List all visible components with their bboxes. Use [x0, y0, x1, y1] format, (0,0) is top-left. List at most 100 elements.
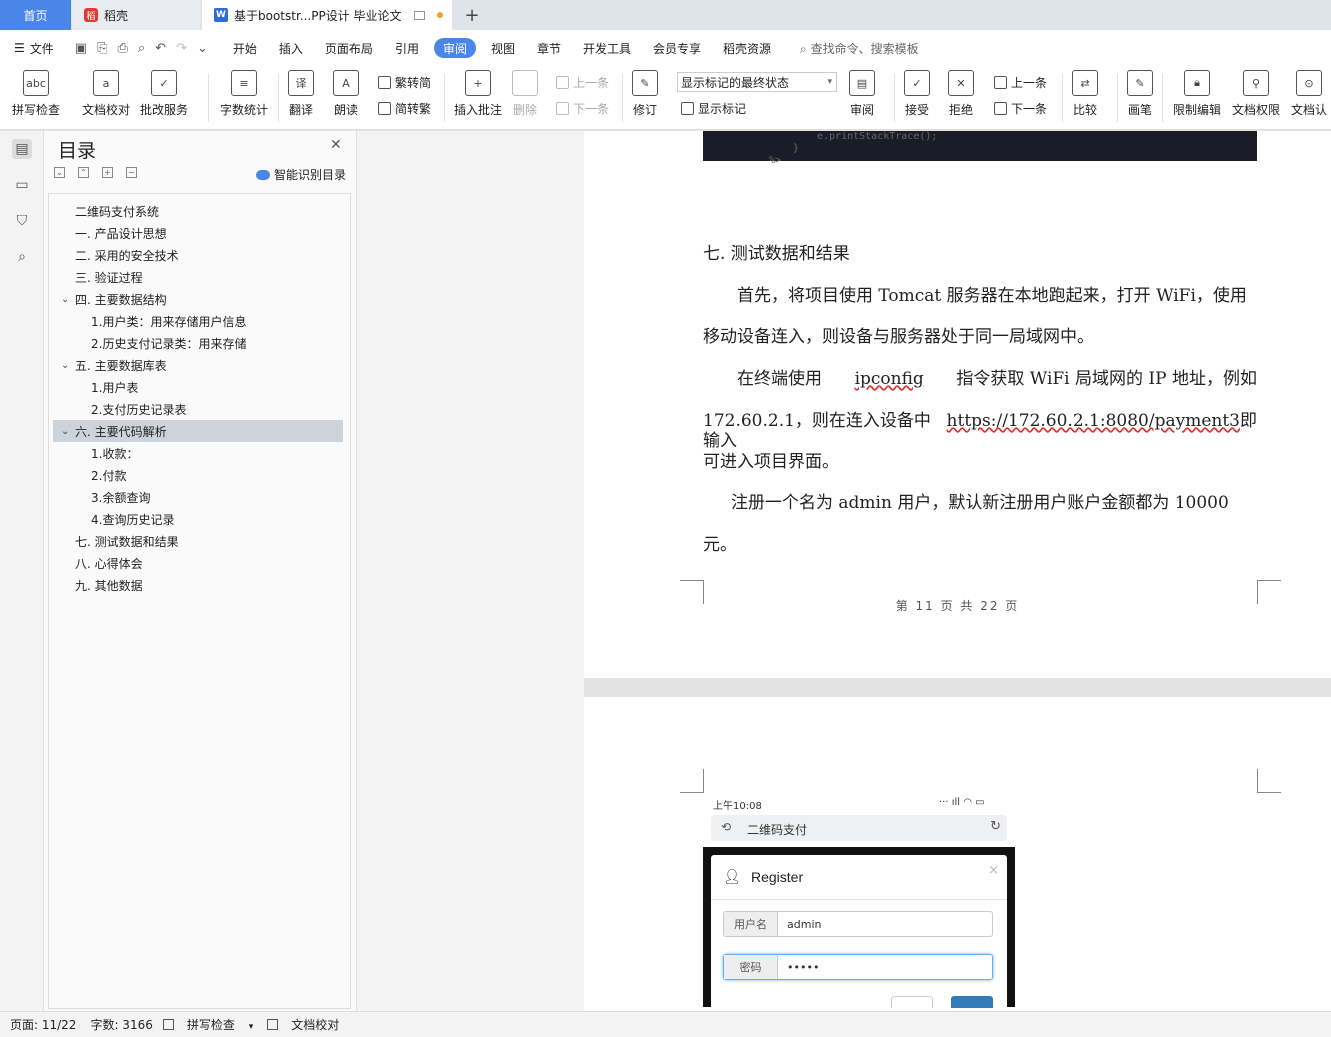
proofread-button[interactable]: a 文档校对 [82, 70, 130, 118]
next-change-icon [994, 102, 1007, 115]
expand-up-icon[interactable]: ⌃ [78, 167, 89, 178]
read-aloud-button[interactable]: A 朗读 [333, 70, 359, 118]
menu-tab-2[interactable]: 页面布局 [314, 38, 384, 58]
document-permission-button[interactable]: ⚲ 文档权限 [1232, 70, 1280, 118]
track-changes-button[interactable]: ✎ 修订 [632, 70, 658, 118]
reject-button[interactable]: ✕ 拒绝 [948, 70, 974, 118]
user-icon: 👤︎ [723, 869, 741, 885]
word-count-indicator[interactable]: 字数: 3166 [90, 1016, 152, 1033]
remove-heading-icon[interactable]: − [126, 167, 137, 178]
toc-item[interactable]: ⌄ 六. 主要代码解析 [53, 420, 343, 442]
toc-item[interactable]: 七. 测试数据和结果 [53, 530, 343, 552]
review-pane-button[interactable]: ▤ 审阅 [849, 70, 875, 118]
prev-change-button[interactable]: 上一条 [994, 74, 1047, 91]
insert-comment-label: 插入批注 [454, 103, 503, 117]
close-icon[interactable]: × [988, 863, 999, 878]
toc-item[interactable]: 八. 心得体会 [53, 552, 343, 574]
spell-check-button[interactable]: abc 拼写检查 [12, 70, 60, 118]
new-tab-button[interactable]: + [460, 0, 484, 30]
toc-item[interactable]: 1.用户类：用来存储用户信息 [53, 310, 343, 332]
accept-button[interactable]: ✓ 接受 [904, 70, 930, 118]
compare-button[interactable]: ⇄ 比较 [1072, 70, 1098, 118]
find-icon[interactable]: ⌕ [12, 247, 32, 267]
menu-tab-6[interactable]: 章节 [526, 38, 572, 58]
menu-tab-4[interactable]: 审阅 [433, 38, 476, 58]
menu-tab-7[interactable]: 开发工具 [572, 38, 642, 58]
toc-item[interactable]: 一. 产品设计思想 [53, 222, 343, 244]
print-preview-icon[interactable]: ⌕ [138, 41, 145, 56]
close-icon[interactable]: ✕ [330, 137, 342, 153]
toc-item[interactable]: ⌄ 四. 主要数据结构 [53, 288, 343, 310]
toc-item[interactable]: 2.历史支付记录类：用来存储 [53, 332, 343, 354]
simp-to-trad-button[interactable]: 简转繁 [378, 100, 431, 117]
redo-icon[interactable]: ↷ [176, 41, 187, 56]
trad-to-simp-button[interactable]: 繁转简 [378, 74, 431, 91]
insert-comment-icon: + [465, 70, 491, 96]
refresh-search-icon: ⟲ [721, 820, 732, 834]
toc-item[interactable]: 三. 验证过程 [53, 266, 343, 288]
toc-item[interactable]: 3.余额查询 [53, 486, 343, 508]
command-search[interactable]: ⌕ 查找命令、搜索模板 [800, 40, 919, 57]
url-link[interactable]: https://172.60.2.1:8080/payment3 [947, 411, 1240, 451]
text-run: ipconfig [854, 369, 924, 389]
menu-tab-9[interactable]: 稻壳资源 [712, 38, 782, 58]
word-count-button[interactable]: ≡ 字数统计 [220, 70, 268, 118]
toc-item[interactable]: 2.支付历史记录表 [53, 398, 343, 420]
menu-tab-1[interactable]: 插入 [268, 38, 314, 58]
delete-comment-button[interactable]: 删除 [512, 70, 538, 118]
toc-item[interactable]: 2.付款 [53, 464, 343, 486]
print-icon[interactable]: ⎙ [117, 41, 127, 56]
save-icon[interactable]: ▣ [75, 41, 87, 56]
chapter-nav-icon[interactable]: ▭ [12, 175, 32, 195]
tab-document[interactable]: W 基于bootstr...PP设计 毕业论文 [202, 0, 452, 30]
insert-comment-button[interactable]: + 插入批注 [454, 70, 502, 118]
toc-item-label: 4.查询历史记录 [91, 512, 175, 527]
collapse-all-icon[interactable]: ⌄ [54, 167, 65, 178]
tab-daoke-label: 稻壳 [104, 8, 129, 23]
document-auth-button[interactable]: ⊙ 文档认 [1291, 70, 1327, 118]
back-button[interactable] [891, 996, 933, 1008]
confirm-button[interactable] [951, 996, 993, 1008]
menu-tab-0[interactable]: 开始 [222, 38, 268, 58]
restrict-editing-button[interactable]: 🔒︎ 限制编辑 [1173, 70, 1221, 118]
export-pdf-icon[interactable]: ⎘ [97, 41, 107, 56]
smart-toc-button[interactable]: 智能识别目录 [256, 166, 346, 183]
toc-item[interactable]: 二维码支付系统 [53, 200, 343, 222]
markup-mode-dropdown[interactable]: 显示标记的最终状态 ▾ [677, 72, 837, 92]
undo-icon[interactable]: ↶ [155, 41, 166, 56]
chevron-down-icon[interactable]: ⌄ [61, 426, 69, 437]
toc-item[interactable]: 九. 其他数据 [53, 574, 343, 596]
add-heading-icon[interactable]: + [102, 167, 113, 178]
chevron-down-icon[interactable]: ⌄ [61, 294, 69, 305]
menu-tab-5[interactable]: 视图 [480, 38, 526, 58]
page-footer: 第 11 页 共 22 页 [895, 599, 1020, 613]
show-markup-button[interactable]: 显示标记 [681, 100, 746, 117]
chevron-down-icon[interactable]: ⌄ [61, 360, 69, 371]
file-menu[interactable]: ☰ 文件 [0, 38, 65, 58]
toc-item[interactable]: 4.查询历史记录 [53, 508, 343, 530]
next-comment-button[interactable]: 下一条 [556, 100, 609, 117]
status-spell-check[interactable]: 拼写检查 ▾ [162, 1016, 253, 1033]
toc-item[interactable]: ⌄ 五. 主要数据库表 [53, 354, 343, 376]
status-proofread[interactable]: 文档校对 [267, 1016, 339, 1033]
tab-daoke[interactable]: 稻稻壳 [72, 0, 200, 30]
toc-panel-icon[interactable]: ▤ [12, 139, 32, 159]
divider [894, 74, 895, 122]
pen-button[interactable]: ✎ 画笔 [1127, 70, 1153, 118]
menu-tab-8[interactable]: 会员专享 [642, 38, 712, 58]
toc-item[interactable]: 1.用户表 [53, 376, 343, 398]
customize-chevron-icon[interactable]: ⌄ [197, 41, 208, 56]
menu-tab-3[interactable]: 引用 [384, 38, 430, 58]
toc-item[interactable]: 1.收款： [53, 442, 343, 464]
bookmark-icon[interactable]: ⛉ [12, 211, 32, 231]
password-field[interactable]: 密码 ••••• [723, 954, 993, 980]
translate-button[interactable]: 译翻译 [288, 70, 314, 118]
toc-item[interactable]: 二. 采用的安全技术 [53, 244, 343, 266]
next-change-button[interactable]: 下一条 [994, 100, 1047, 117]
tab-home[interactable]: 首页 [0, 0, 71, 30]
review-service-button[interactable]: ✓ 批改服务 [140, 70, 188, 118]
code-line: e.printStackTrace(); [817, 131, 938, 142]
page-indicator[interactable]: 页面: 11/22 [10, 1016, 76, 1033]
username-field[interactable]: 用户名 admin [723, 911, 993, 937]
prev-comment-button[interactable]: 上一条 [556, 74, 609, 91]
